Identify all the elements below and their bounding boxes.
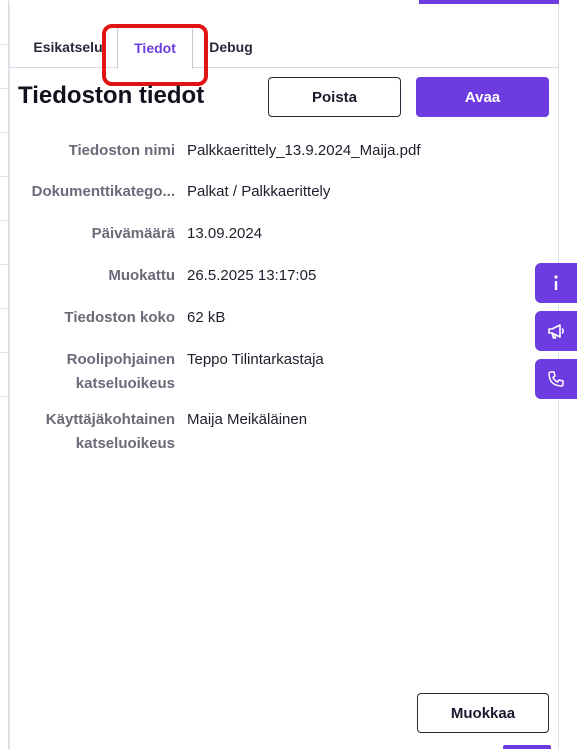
detail-label: katseluoikeus [75, 375, 175, 392]
detail-value: 26.5.2025 13:17:05 [187, 267, 317, 284]
detail-value: Palkkaerittely_13.9.2024_Maija.pdf [187, 142, 421, 159]
detail-value: Palkat / Palkkaerittely [187, 183, 331, 200]
megaphone-icon [548, 324, 564, 339]
bottom-accent-bar [503, 745, 551, 749]
tab-debug[interactable]: Debug [200, 26, 262, 68]
tab-bar: Esikatselu Tiedot Debug [10, 18, 558, 86]
divider [0, 44, 9, 45]
divider [0, 132, 9, 133]
detail-value: 62 kB [187, 309, 226, 326]
delete-button[interactable]: Poista [268, 77, 401, 117]
divider [0, 352, 9, 353]
detail-label: Muokattu [108, 267, 175, 284]
tab-esikatselu[interactable]: Esikatselu [22, 26, 114, 68]
open-button[interactable]: Avaa [416, 77, 549, 117]
divider [0, 88, 9, 89]
detail-value: 13.09.2024 [187, 225, 263, 242]
detail-label: Roolipohjainen [66, 351, 175, 368]
page-title: Tiedoston tiedot [18, 82, 205, 109]
detail-label: Tiedoston nimi [68, 142, 175, 159]
tab-tiedot[interactable]: Tiedot [117, 26, 193, 69]
file-details-panel: Esikatselu Tiedot Debug Tiedoston tiedot… [9, 4, 559, 749]
divider [0, 264, 9, 265]
detail-value: Teppo Tilintarkastaja [187, 351, 324, 368]
app-root: Esikatselu Tiedot Debug Tiedoston tiedot… [0, 0, 577, 749]
divider [0, 308, 9, 309]
detail-label: Päivämäärä [91, 225, 175, 242]
call-button[interactable] [535, 359, 577, 399]
background-list [0, 0, 9, 749]
detail-label: katseluoikeus [75, 435, 175, 452]
divider [0, 176, 9, 177]
announcement-button[interactable] [535, 311, 577, 351]
detail-label: Tiedoston koko [64, 309, 175, 326]
detail-label: Käyttäjäkohtainen [45, 411, 175, 428]
edit-button[interactable]: Muokkaa [417, 693, 549, 733]
detail-label: Dokumenttikatego... [31, 183, 175, 200]
divider [0, 396, 9, 397]
info-button[interactable] [535, 263, 577, 303]
info-icon [554, 275, 558, 290]
divider [0, 220, 9, 221]
detail-value: Maija Meikäläinen [187, 411, 308, 428]
phone-icon [548, 371, 564, 387]
